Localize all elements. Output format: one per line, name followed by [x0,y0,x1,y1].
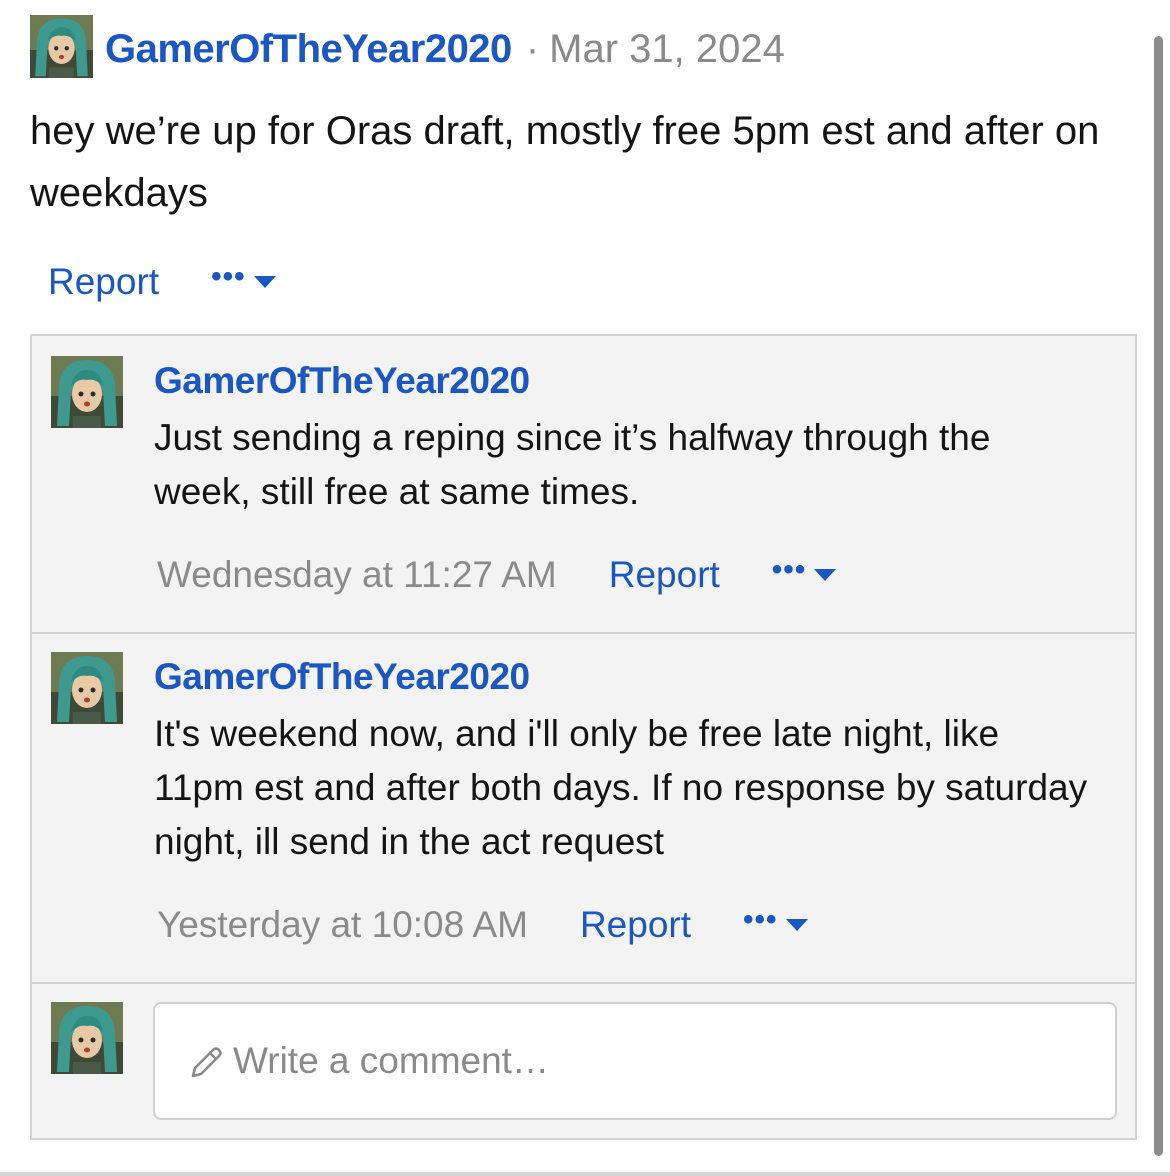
avatar[interactable] [30,15,93,78]
separator-dot: · [525,26,540,71]
avatar-image [51,652,123,724]
write-comment-row: Write a comment… [32,984,1135,1138]
comment-item: GamerOfTheYear2020 Just sending a reping… [32,336,1135,634]
divider [0,1172,1170,1176]
avatar-image [30,15,93,78]
ellipsis-icon: ••• [211,260,246,293]
report-link[interactable]: Report [609,554,720,596]
more-options-menu[interactable]: ••• [211,262,276,292]
more-options-menu[interactable]: ••• [772,555,837,585]
scrollbar[interactable] [1154,36,1163,1156]
avatar[interactable] [51,356,123,428]
comment-text: It's weekend now, and i'll only be free … [154,713,1088,862]
post-header: GamerOfTheYear2020 · Mar 31, 2024 [105,22,785,76]
avatar-image [51,1002,123,1074]
report-link[interactable]: Report [580,904,691,946]
comment-meta: Yesterday at 10:08 AM Report ••• [157,900,808,950]
avatar-image [51,356,123,428]
write-comment-input[interactable]: Write a comment… [153,1002,1117,1120]
avatar[interactable] [51,652,123,724]
ellipsis-icon: ••• [743,903,778,936]
ellipsis-icon: ••• [771,553,807,586]
post-actions: Report ••• [48,258,276,306]
pencil-icon [191,1047,222,1078]
comment-timestamp[interactable]: Yesterday at 10:08 AM [157,904,528,946]
report-link[interactable]: Report [48,261,159,303]
caret-down-icon [814,569,837,581]
caret-down-icon [253,276,276,288]
post-username-link[interactable]: GamerOfTheYear2020 [105,27,512,72]
comment-username-link[interactable]: GamerOfTheYear2020 [154,656,530,698]
comment-timestamp[interactable]: Wednesday at 11:27 AM [157,554,557,596]
comment-meta: Wednesday at 11:27 AM Report ••• [157,550,837,600]
caret-down-icon [785,919,808,931]
post-body: hey we’re up for Oras draft, mostly free… [30,109,1100,215]
write-comment-placeholder: Write a comment… [233,1040,549,1081]
comment-username-link[interactable]: GamerOfTheYear2020 [154,360,530,402]
comment-item: GamerOfTheYear2020 It's weekend now, and… [32,632,1135,984]
avatar [51,1002,123,1074]
post-date-link[interactable]: Mar 31, 2024 [549,27,785,72]
comments-panel: GamerOfTheYear2020 Just sending a reping… [30,334,1137,1140]
more-options-menu[interactable]: ••• [743,905,808,935]
comment-text: Just sending a reping since it’s halfway… [154,417,991,512]
